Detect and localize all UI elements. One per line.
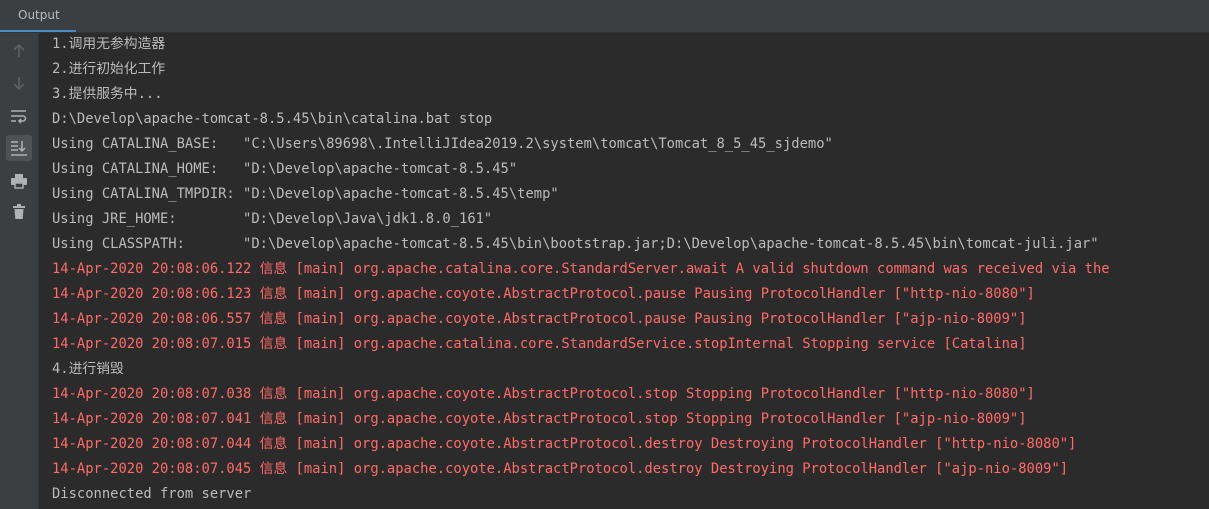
console-line: Using CATALINA_TMPDIR: "D:\Develop\apach… xyxy=(52,186,559,202)
soft-wrap-icon[interactable] xyxy=(6,103,32,129)
console-line: Using CATALINA_HOME: "D:\Develop\apache-… xyxy=(52,161,518,177)
console-line: 2.进行初始化工作 xyxy=(52,61,166,77)
console-line: 14-Apr-2020 20:08:07.038 信息 [main] org.a… xyxy=(52,386,1035,402)
console-line: 14-Apr-2020 20:08:07.015 信息 [main] org.a… xyxy=(52,336,1027,352)
console-line: 3.提供服务中... xyxy=(52,86,163,102)
print-icon[interactable] xyxy=(6,168,32,194)
console-toolbar xyxy=(0,33,39,509)
console-line: 14-Apr-2020 20:08:06.123 信息 [main] org.a… xyxy=(52,286,1035,302)
console-output[interactable]: 1.调用无参构造器 2.进行初始化工作 3.提供服务中... D:\Develo… xyxy=(52,32,1202,509)
console-line: Disconnected from server xyxy=(52,486,252,502)
up-arrow-icon[interactable] xyxy=(6,38,32,64)
console-line: 14-Apr-2020 20:08:07.041 信息 [main] org.a… xyxy=(52,411,1027,427)
console-line: 14-Apr-2020 20:08:06.557 信息 [main] org.a… xyxy=(52,311,1027,327)
console-line: 1.调用无参构造器 xyxy=(52,36,166,52)
console-line: Using JRE_HOME: "D:\Develop\Java\jdk1.8.… xyxy=(52,211,493,227)
console-line: 14-Apr-2020 20:08:07.044 信息 [main] org.a… xyxy=(52,436,1077,452)
console-line: Using CLASSPATH: "D:\Develop\apache-tomc… xyxy=(52,236,1099,252)
console-line: 4.进行销毁 xyxy=(52,361,124,377)
tab-output[interactable]: Output xyxy=(0,0,76,32)
tool-window-header: Output xyxy=(0,0,1209,33)
console-line: 14-Apr-2020 20:08:06.122 信息 [main] org.a… xyxy=(52,261,1110,277)
console-line: Using CATALINA_BASE: "C:\Users\89698\.In… xyxy=(52,136,833,152)
scroll-to-end-icon[interactable] xyxy=(6,135,32,161)
clear-trash-icon[interactable] xyxy=(6,199,32,225)
console-line: 14-Apr-2020 20:08:07.045 信息 [main] org.a… xyxy=(52,461,1069,477)
down-arrow-icon[interactable] xyxy=(6,70,32,96)
console-line: D:\Develop\apache-tomcat-8.5.45\bin\cata… xyxy=(52,111,493,127)
